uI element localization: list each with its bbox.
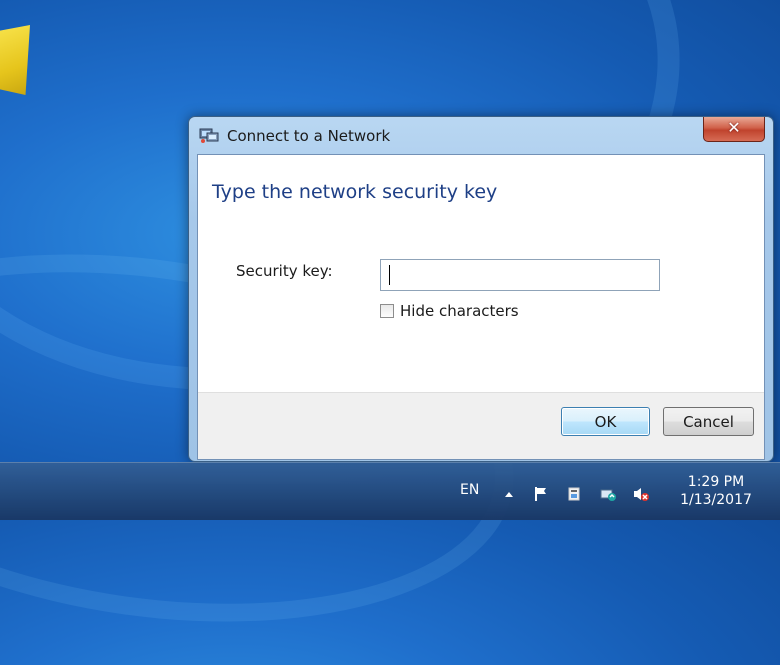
hide-characters-checkbox[interactable] — [380, 304, 394, 318]
text-caret — [389, 265, 390, 285]
ok-button[interactable]: OK — [561, 407, 650, 436]
network-status-icon[interactable] — [600, 485, 618, 503]
hide-characters-label[interactable]: Hide characters — [400, 302, 519, 320]
security-key-label: Security key: — [236, 262, 333, 280]
dialog-footer: OK Cancel — [198, 392, 764, 459]
dialog-heading: Type the network security key — [212, 181, 498, 203]
connect-network-dialog: Connect to a Network ✕ Type the network … — [188, 116, 774, 462]
cancel-button[interactable]: Cancel — [663, 407, 754, 436]
clock-time: 1:29 PM — [687, 474, 745, 490]
close-button[interactable]: ✕ — [703, 117, 765, 142]
show-hidden-icons-icon[interactable] — [500, 485, 518, 503]
dialog-titlebar[interactable]: Connect to a Network ✕ — [189, 117, 773, 154]
dialog-title: Connect to a Network — [227, 127, 391, 145]
security-key-input[interactable] — [380, 259, 660, 291]
taskbar: EN 1:29 PM 1/13/2017 — [0, 462, 780, 520]
clock[interactable]: 1:29 PM 1/13/2017 — [664, 473, 768, 509]
clock-date: 1/13/2017 — [680, 492, 752, 508]
network-icon — [199, 126, 219, 144]
language-indicator[interactable]: EN — [460, 482, 479, 498]
close-icon: ✕ — [727, 118, 741, 137]
power-icon[interactable] — [565, 485, 583, 503]
dialog-content: Type the network security key Security k… — [197, 154, 765, 460]
action-center-flag-icon[interactable] — [532, 485, 550, 503]
volume-muted-icon[interactable] — [632, 485, 650, 503]
hide-characters-row[interactable]: Hide characters — [380, 302, 519, 320]
windows-logo-fragment — [0, 25, 30, 95]
